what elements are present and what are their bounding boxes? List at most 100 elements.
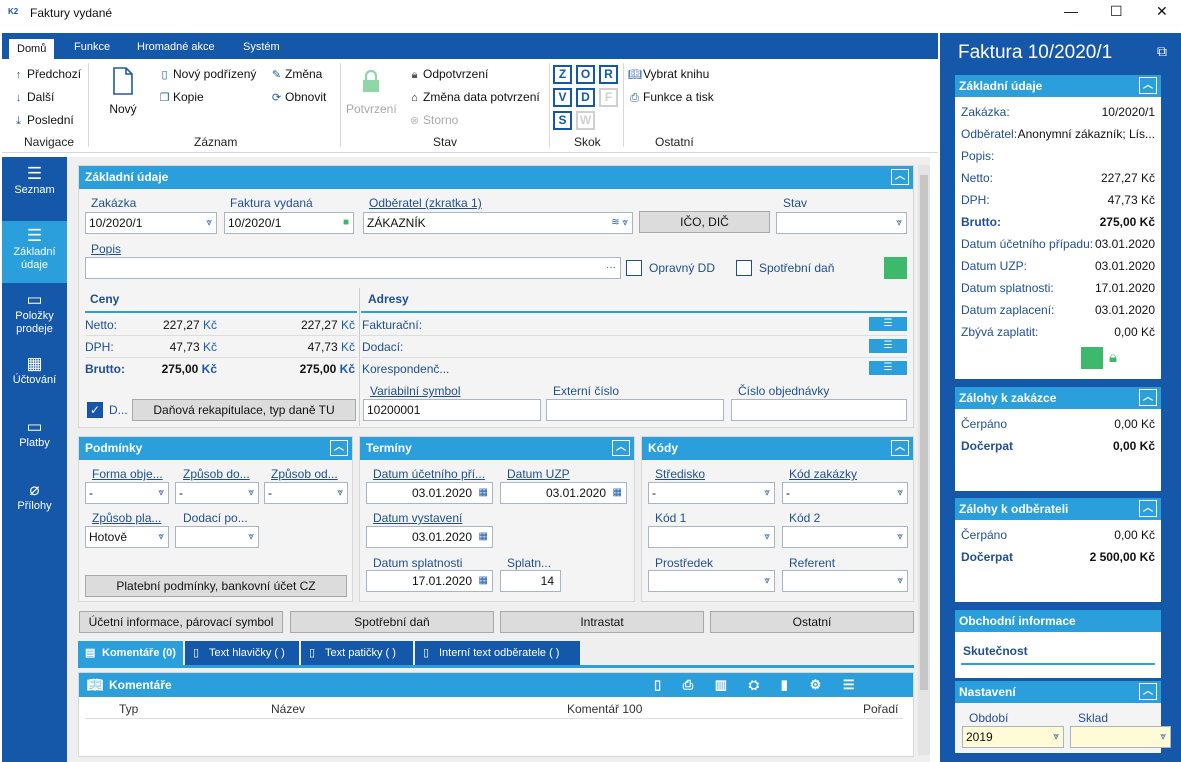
col-nazev[interactable]: Název — [271, 702, 305, 716]
kod-zak-select[interactable]: - ⩔ — [782, 482, 908, 504]
tab-hromadne-akce[interactable]: Hromadné akce — [129, 37, 223, 59]
toolbar-icons[interactable]: ▯ ⎙ ▥ ⛭ ▮ ⚙ ☰ — [654, 673, 864, 697]
confirm-button[interactable]: Potvrzení — [346, 69, 397, 116]
vertical-scrollbar[interactable] — [918, 165, 930, 755]
zakazka-field[interactable]: 10/2020/1 ⩔ — [85, 212, 217, 234]
maximize-button[interactable]: ☐ — [1110, 3, 1123, 20]
splatn-field[interactable]: 14 — [500, 570, 561, 592]
spotrebni-dan-button[interactable]: Spotřební daň — [290, 611, 494, 633]
tab-text-paticky[interactable]: ▯ Text patičky ( ) — [301, 641, 413, 665]
address-fakturacni-button[interactable]: ☰ — [869, 317, 907, 331]
func-print-button[interactable]: ⎙ Funkce a tisk — [628, 90, 714, 105]
dropdown-icon[interactable]: ⩔ — [764, 527, 770, 547]
last-button[interactable]: ⤓ Poslední — [12, 113, 74, 128]
refresh-button[interactable]: ⟳ Obnovit — [270, 90, 326, 104]
calendar-icon[interactable]: ▦ — [613, 483, 622, 503]
dropdown-icon[interactable]: ⩔ — [764, 483, 770, 503]
ucetni-info-button[interactable]: Účetní informace, párovací symbol — [79, 611, 283, 633]
collapse-icon[interactable]: ︿ — [891, 440, 909, 456]
dropdown-icon[interactable]: ⩔ — [897, 571, 903, 591]
next-button[interactable]: ↓ Další — [12, 90, 55, 104]
nav-polozky-prodeje[interactable]: ▭ Položky prodeje — [2, 285, 67, 347]
dropdown-icon[interactable]: ⩔ — [764, 571, 770, 591]
popis-field[interactable]: ··· — [85, 257, 621, 279]
dropdown-icon[interactable]: ⩔ — [206, 213, 212, 233]
zpusob-pl-select[interactable]: Hotově ⩔ — [85, 526, 169, 548]
close-button[interactable]: ✕ — [1156, 3, 1168, 20]
spl-date[interactable]: 17.01.2020 ▦ — [366, 570, 493, 592]
more-icon[interactable]: ··· — [606, 258, 616, 278]
change-date-button[interactable]: ⌂ Změna data potvrzení — [408, 90, 540, 104]
intrastat-button[interactable]: Intrastat — [500, 611, 704, 633]
obj-field[interactable] — [731, 399, 907, 421]
ostatni-button[interactable]: Ostatní — [710, 611, 914, 633]
jump-v-button[interactable]: V — [553, 88, 572, 107]
dropdown-icon[interactable]: ⩔ — [897, 527, 903, 547]
prostredek-select[interactable]: ⩔ — [648, 570, 775, 592]
dropdown-icon[interactable]: ⩔ — [1160, 727, 1166, 747]
vyst-date[interactable]: 03.01.2020 ▦ — [366, 526, 493, 548]
ico-dic-button[interactable]: IČO, DIČ — [639, 211, 770, 233]
zpusob-do-select[interactable]: - ⩔ — [175, 482, 259, 504]
change-button[interactable]: ✎ Změna — [270, 67, 322, 81]
nav-platby[interactable]: ▭ Platby — [2, 412, 67, 474]
opravny-checkbox[interactable] — [626, 260, 642, 276]
dropdown-icon[interactable]: ≋ ⩔ — [611, 213, 628, 233]
jump-d-button[interactable]: D — [576, 88, 595, 107]
jump-w-button[interactable]: W — [576, 111, 595, 130]
obdobi-select[interactable]: 2019 ⩔ — [962, 726, 1064, 748]
col-poradi[interactable]: Pořadí — [863, 702, 898, 716]
collapse-icon[interactable]: ︿ — [1139, 683, 1157, 700]
dodaci-select[interactable]: ⩔ — [175, 526, 259, 548]
tab-system[interactable]: Systém — [235, 37, 288, 59]
vs-field[interactable]: 10200001 — [363, 399, 541, 421]
uzp-date[interactable]: 03.01.2020 ▦ — [500, 482, 627, 504]
tab-funkce[interactable]: Funkce — [66, 37, 118, 59]
collapse-icon[interactable]: ︿ — [1139, 389, 1157, 406]
dropdown-icon[interactable]: ⩔ — [897, 483, 903, 503]
dropdown-icon[interactable]: ⩔ — [896, 213, 902, 233]
jump-o-button[interactable]: O — [576, 65, 595, 84]
ext-field[interactable] — [546, 399, 724, 421]
stav-select[interactable]: ⩔ — [776, 212, 907, 234]
rekapitulace-button[interactable]: Daňová rekapitulace, typ daně TU — [132, 399, 356, 421]
new-sub-button[interactable]: ▯ Nový podřízený — [158, 67, 256, 81]
stredisko-select[interactable]: - ⩔ — [648, 482, 775, 504]
dropdown-icon[interactable]: ⩔ — [337, 483, 343, 503]
copy-button[interactable]: ❐ Kopie — [158, 90, 204, 104]
nav-seznam[interactable]: ☰ Seznam — [2, 159, 67, 221]
dropdown-icon[interactable]: ⩔ — [158, 527, 164, 547]
storno-button[interactable]: ⊗ Storno — [408, 113, 458, 127]
prev-button[interactable]: ↑ Předchozí — [12, 67, 81, 81]
collapse-icon[interactable]: ︿ — [891, 169, 909, 185]
address-dodaci-button[interactable]: ☰ — [869, 339, 907, 353]
collapse-icon[interactable]: ︿ — [1139, 500, 1157, 517]
calendar-icon[interactable]: ▦ — [479, 527, 488, 547]
referent-select[interactable]: ⩔ — [782, 570, 908, 592]
faktura-field[interactable]: 10/2020/1 ■ — [224, 212, 354, 234]
scroll-thumb[interactable] — [920, 175, 928, 690]
kod1-select[interactable]: ⩔ — [648, 526, 775, 548]
calendar-icon[interactable]: ▦ — [479, 483, 488, 503]
platebni-podminky-button[interactable]: Platební podmínky, bankovní účet CZ — [85, 575, 347, 597]
new-button[interactable]: Nový — [106, 67, 140, 116]
odberatel-field[interactable]: ZÁKAZNÍK ≋ ⩔ — [363, 212, 633, 234]
col-typ[interactable]: Typ — [119, 702, 138, 716]
ucet-date[interactable]: 03.01.2020 ▦ — [366, 482, 493, 504]
tab-interni-text[interactable]: ▯ Interní text odběratele ( ) — [415, 641, 580, 665]
zpusob-od-select[interactable]: - ⩔ — [264, 482, 348, 504]
tab-text-hlavicky[interactable]: ▯ Text hlavičky ( ) — [185, 641, 299, 665]
jump-z-button[interactable]: Z — [553, 65, 572, 84]
jump-r-button[interactable]: R — [599, 65, 618, 84]
jump-s-button[interactable]: S — [553, 111, 572, 130]
tab-domu[interactable]: Domů — [9, 37, 55, 59]
collapse-icon[interactable]: ︿ — [330, 440, 348, 456]
popout-icon[interactable]: ⧉ — [1157, 43, 1167, 60]
dropdown-icon[interactable]: ⩔ — [248, 483, 254, 503]
dropdown-icon[interactable]: ⩔ — [248, 527, 254, 547]
tab-komentare[interactable]: ▤ Komentáře (0) — [78, 641, 183, 665]
nav-prilohy[interactable]: ⌀ Přílohy — [2, 475, 67, 537]
dropdown-icon[interactable]: ⩔ — [158, 483, 164, 503]
collapse-icon[interactable]: ︿ — [1139, 77, 1157, 94]
d-checkbox[interactable]: ✓ — [87, 402, 103, 418]
